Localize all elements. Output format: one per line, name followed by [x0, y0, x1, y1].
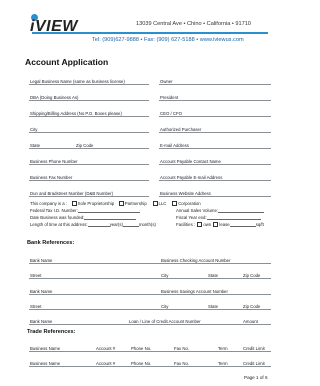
own-checkbox[interactable] [197, 222, 203, 228]
months-input[interactable] [122, 222, 139, 227]
owner-label: Owner [160, 79, 173, 84]
bank-name-label-2: Bank Name [30, 289, 53, 294]
own-label: own [203, 222, 212, 227]
company-type-label: This company is a : [30, 201, 68, 206]
trade-col-business-2: Business Name [30, 361, 61, 366]
street-label-2: Street [30, 304, 42, 309]
llc-label: LLC [158, 201, 167, 206]
savings-label: Business Savings Account Number [161, 289, 228, 294]
partnership-checkbox[interactable] [118, 201, 124, 207]
president-label: President [160, 95, 179, 100]
business-phone-label: Business Phone Number [30, 159, 78, 164]
years-input[interactable] [87, 222, 110, 227]
state-label-1: State [208, 273, 219, 278]
page-number: Page 1 of 6 [244, 375, 268, 380]
months-label: month(s) [138, 222, 156, 227]
corporation-checkbox[interactable] [172, 201, 178, 207]
header-divider [32, 32, 268, 34]
owner-field[interactable] [159, 71, 271, 85]
bank-name-label-1: Bank Name [30, 258, 53, 263]
dba-label: DBA (Doing Business As) [30, 95, 79, 100]
bank-name-label-3: Bank Name [30, 319, 53, 324]
years-label: year(s) [109, 222, 123, 227]
annual-sales-label: Annual Sales Volume: [176, 208, 219, 213]
federal-tax-row: Federal Tax I.D. Number: [30, 208, 140, 213]
city-label-1: City [161, 273, 169, 278]
lease-label: lease [219, 222, 230, 227]
corporation-label: Corporation [178, 201, 201, 206]
business-fax-label: Business Fax Number [30, 175, 73, 180]
company-type-row: This company is a : Sole Proprietorship … [30, 201, 201, 207]
trade-references-heading: Trade References: [27, 329, 76, 335]
duns-label: Dun and Bradstreet Number (D&B Number) [30, 191, 114, 196]
trade-col-phone-1: Phone No. [131, 346, 152, 351]
zip-label-2: Zip Code [243, 304, 261, 309]
iview-logo: iVIEW [26, 14, 88, 38]
trade-col-account-2: Account # [96, 361, 116, 366]
trade-col-phone-2: Phone No. [131, 361, 152, 366]
lease-checkbox[interactable] [213, 222, 219, 228]
trade-col-term-2: Term [218, 361, 228, 366]
partnership-label: Partnership [124, 201, 147, 206]
fiscal-year-row: Fiscal Year end: [176, 215, 261, 220]
federal-tax-input[interactable] [77, 208, 140, 213]
amount-label: Amount [243, 319, 258, 324]
annual-sales-row: Annual Sales Volume: [176, 208, 265, 213]
sqft-label: sq/ft [255, 222, 264, 227]
website-label: Business Website Address [160, 191, 211, 196]
sole-proprietorship-checkbox[interactable] [71, 201, 77, 207]
street-label-1: Street [30, 273, 42, 278]
bank-references-heading: Bank References: [27, 240, 75, 246]
application-page: iVIEW 13039 Central Ave • Chino • Califo… [0, 0, 298, 386]
bank-street-row-2[interactable] [29, 296, 271, 310]
date-founded-row: Date Business was founded: [30, 215, 137, 220]
loan-label: Loan / Line of Credit Account Number [129, 319, 201, 324]
ap-contact-label: Account Payable Contact Name [160, 159, 221, 164]
checking-label: Business Checking Account Number [161, 258, 231, 263]
federal-tax-label: Federal Tax I.D. Number: [30, 208, 78, 213]
bank-row-1[interactable] [29, 250, 271, 264]
trade-col-credit-1: Credit Limit [243, 346, 265, 351]
sole-proprietorship-label: Sole Proprietorship [77, 201, 115, 206]
trade-col-business-1: Business Name [30, 346, 61, 351]
ceo-cfo-label: CEO / CFO [160, 111, 182, 116]
fiscal-year-input[interactable] [206, 215, 261, 220]
date-founded-label: Date Business was founded: [30, 215, 85, 220]
trade-col-account-1: Account # [96, 346, 116, 351]
city-field[interactable] [29, 119, 149, 133]
email-label: E-mail Address [160, 143, 189, 148]
trade-col-fax-1: Fax No. [174, 346, 190, 351]
bank-street-row-1[interactable] [29, 265, 271, 279]
date-founded-input[interactable] [84, 215, 137, 220]
zip-label: Zip Code [76, 143, 94, 148]
llc-checkbox[interactable] [152, 201, 158, 207]
company-contact: Tel: (909)627-9888 • Fax: (909) 627-5188… [92, 37, 244, 43]
facilities-row: Facilities : own lease sq/ft [176, 222, 264, 228]
bank-row-2[interactable] [29, 281, 271, 295]
shipping-address-label: Shipping/Billing Address (No P.O. Boxes … [30, 111, 122, 116]
ap-email-label: Account Payable E-mail Address [160, 175, 223, 180]
zip-label-1: Zip Code [243, 273, 261, 278]
state-label: State [30, 143, 41, 148]
page-title: Account Application [25, 57, 109, 67]
state-label-2: State [208, 304, 219, 309]
trade-col-term-1: Term [218, 346, 228, 351]
authorized-purchaser-label: Authorized Purchaser [160, 127, 202, 132]
trade-col-credit-2: Credit Limit [243, 361, 265, 366]
trade-col-fax-2: Fax No. [174, 361, 190, 366]
length-address-label: Length of time at this address: [30, 222, 88, 227]
city-label: City [30, 127, 38, 132]
legal-name-label: Legal Business Name (same as business li… [30, 79, 125, 84]
fiscal-year-label: Fiscal Year end: [176, 215, 207, 220]
city-label-2: City [161, 304, 169, 309]
annual-sales-input[interactable] [218, 208, 265, 213]
company-address: 13039 Central Ave • Chino • California •… [136, 21, 251, 27]
length-address-row: Length of time at this address: year(s) mo… [30, 222, 156, 227]
sqft-input[interactable] [229, 222, 256, 228]
facilities-label: Facilities : [176, 222, 196, 227]
